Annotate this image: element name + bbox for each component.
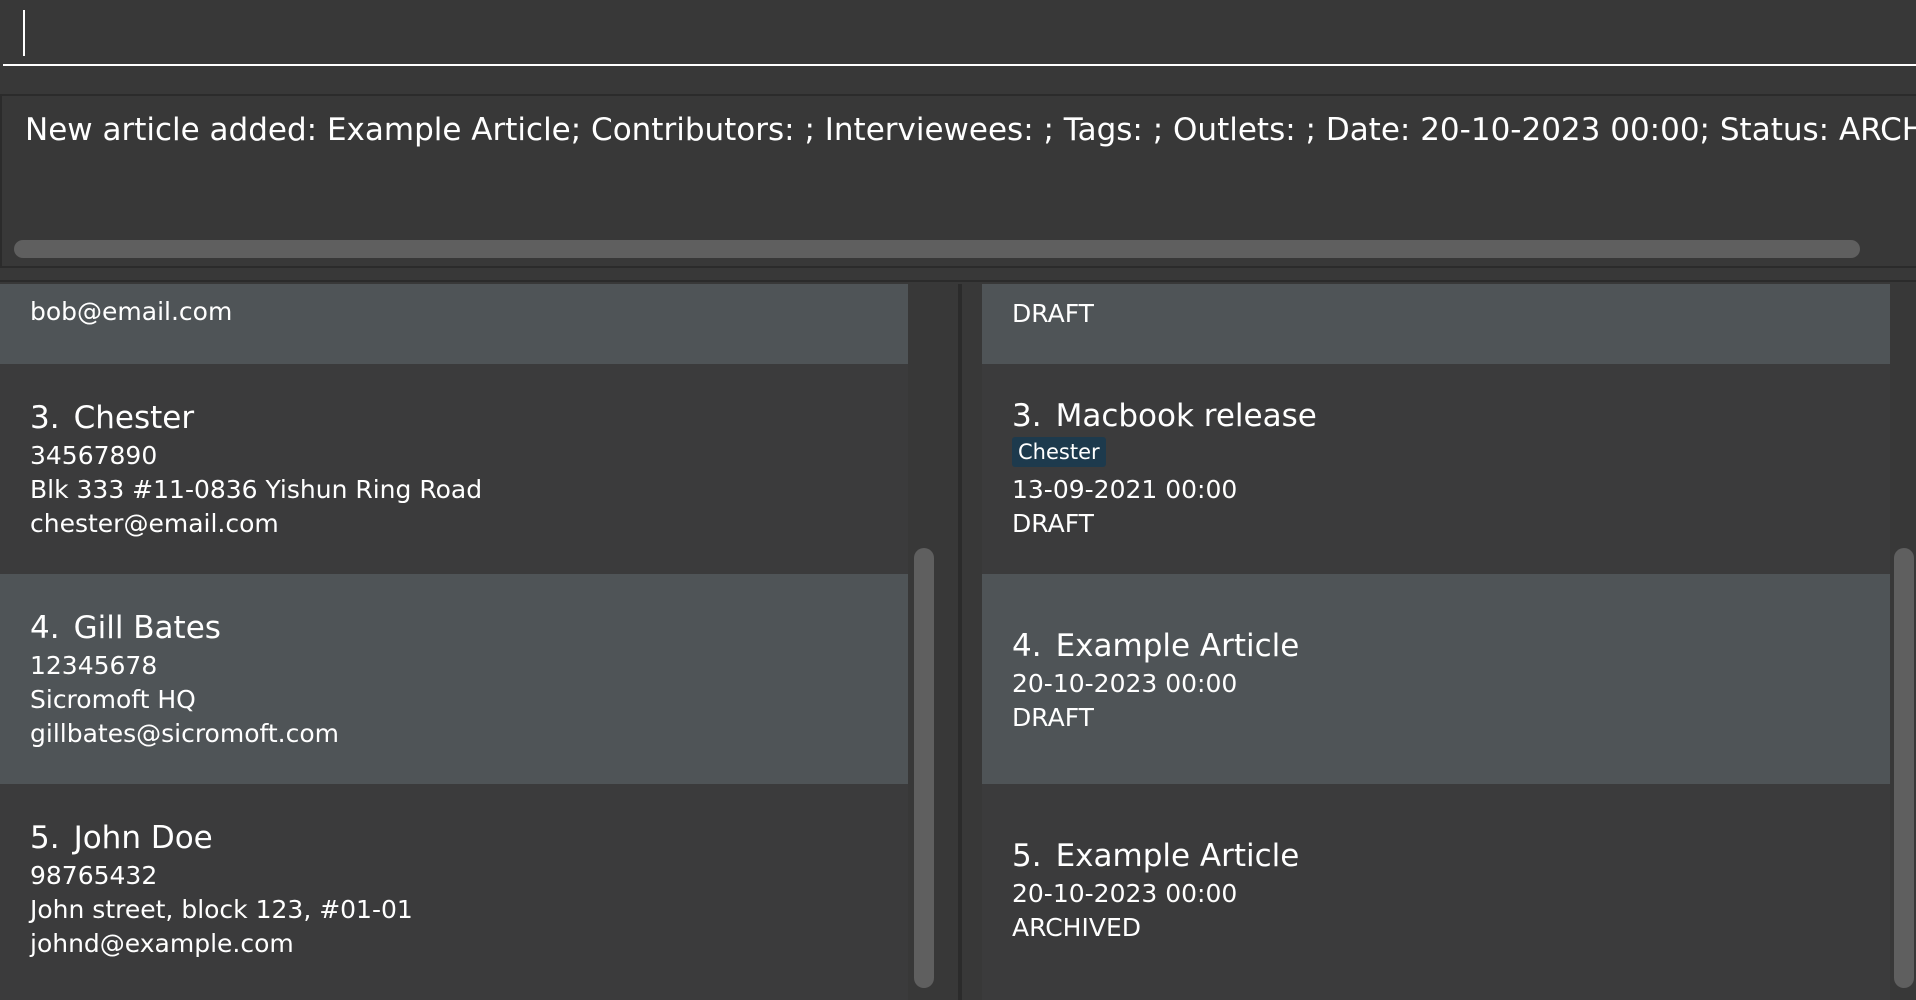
article-card[interactable]: 4. Example Article 20-10-2023 00:00 DRAFT — [982, 574, 1890, 784]
article-date: 13-09-2021 00:00 — [1012, 475, 1238, 504]
text-caret — [23, 10, 25, 56]
person-index: 5. — [30, 820, 60, 856]
article-card[interactable]: 3. Macbook release Chester 13-09-2021 00:… — [982, 364, 1890, 574]
article-status: ARCHIVED — [1012, 913, 1142, 942]
article-date: 20-10-2023 00:00 — [1012, 879, 1238, 908]
person-card[interactable]: bob@email.com — [0, 284, 908, 364]
person-email: gillbates@sicromoft.com — [30, 719, 339, 748]
person-name: 3. Chester — [30, 398, 194, 438]
person-name: 5. John Doe — [30, 818, 213, 858]
article-title-text: Example Article — [1055, 628, 1300, 664]
person-address: Blk 333 #11-0836 Yishun Ring Road — [30, 475, 483, 504]
person-card[interactable]: 3. Chester 34567890 Blk 333 #11-0836 Yish… — [0, 364, 908, 574]
person-address: Sicromoft HQ — [30, 685, 196, 714]
result-horizontal-scroll-thumb[interactable] — [14, 240, 1860, 258]
panel-divider — [0, 280, 1916, 282]
article-title-text: Macbook release — [1055, 398, 1317, 434]
person-phone: 34567890 — [30, 441, 158, 470]
person-email: bob@email.com — [30, 297, 233, 326]
app-window: New article added: Example Article; Cont… — [0, 0, 1916, 1000]
person-card[interactable]: 4. Gill Bates 12345678 Sicromoft HQ gillb… — [0, 574, 908, 784]
article-title: 4. Example Article — [1012, 626, 1299, 666]
person-phone: 12345678 — [30, 651, 158, 680]
article-title-text: Example Article — [1055, 838, 1300, 874]
person-email: johnd@example.com — [30, 929, 294, 958]
person-index: 3. — [30, 400, 60, 436]
article-index: 4. — [1012, 628, 1042, 664]
article-card[interactable]: DRAFT — [982, 284, 1890, 364]
person-list-scrollbar[interactable] — [914, 548, 934, 988]
article-index: 5. — [1012, 838, 1042, 874]
article-date: 20-10-2023 00:00 — [1012, 669, 1238, 698]
command-box — [0, 0, 1916, 68]
person-address: John street, block 123, #01-01 — [30, 895, 413, 924]
command-input[interactable] — [3, 0, 1916, 66]
article-title: 3. Macbook release — [1012, 396, 1317, 436]
person-card[interactable]: 5. John Doe 98765432 John street, block 1… — [0, 784, 908, 1000]
result-display: New article added: Example Article; Cont… — [0, 94, 1916, 268]
article-status: DRAFT — [1012, 509, 1094, 538]
person-name-text: John Doe — [73, 820, 213, 856]
article-list-scrollbar[interactable] — [1894, 548, 1914, 988]
person-phone: 98765432 — [30, 861, 158, 890]
person-email: chester@email.com — [30, 509, 279, 538]
article-list-panel: DRAFT 3. Macbook release Chester 13-09-20… — [962, 284, 1916, 1000]
result-message: New article added: Example Article; Cont… — [25, 112, 1916, 148]
article-status: DRAFT — [1012, 299, 1094, 328]
article-status: DRAFT — [1012, 703, 1094, 732]
article-index: 3. — [1012, 398, 1042, 434]
person-name: 4. Gill Bates — [30, 608, 221, 648]
article-tag: Chester — [1012, 437, 1106, 467]
person-index: 4. — [30, 610, 60, 646]
result-horizontal-scrollbar[interactable] — [14, 240, 1860, 258]
person-name-text: Gill Bates — [73, 610, 221, 646]
person-list-panel: bob@email.com 3. Chester 34567890 Blk 333… — [0, 284, 958, 1000]
article-card[interactable]: 5. Example Article 20-10-2023 00:00 ARCHI… — [982, 784, 1890, 1000]
person-name-text: Chester — [73, 400, 195, 436]
article-title: 5. Example Article — [1012, 836, 1299, 876]
